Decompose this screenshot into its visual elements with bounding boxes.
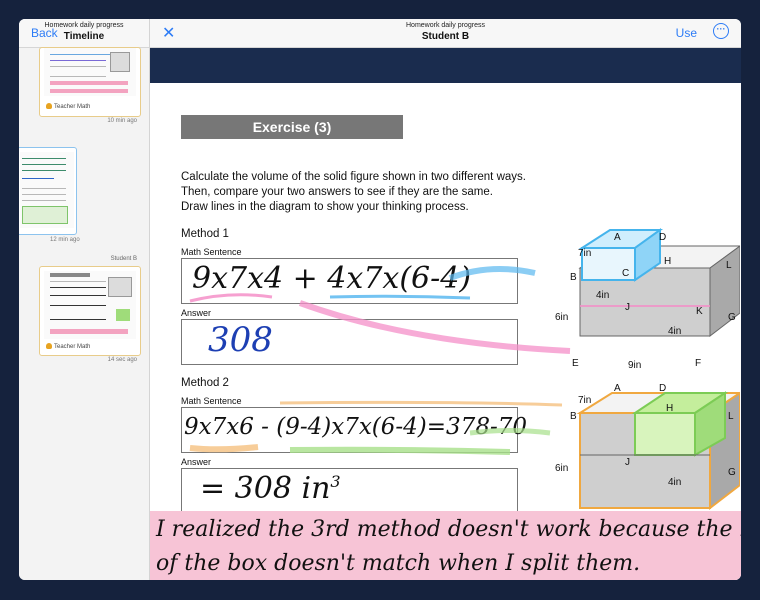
dim-7in: 7in	[578, 248, 591, 259]
dim-7in: 7in	[578, 395, 591, 406]
dim-4in: 4in	[596, 290, 609, 301]
timeline-item[interactable]: Teacher Math	[39, 47, 141, 117]
vertex-L: L	[726, 260, 732, 271]
sidebar-header: Back Homework daily progress Timeline	[19, 19, 149, 48]
vertex-L: L	[728, 411, 734, 422]
vertex-K: K	[696, 306, 703, 317]
note-line-2: of the box doesn't match when I split th…	[156, 551, 641, 576]
more-options-icon[interactable]: ···	[713, 23, 729, 39]
main-header: ✕ Homework daily progress Student B Use …	[150, 19, 741, 48]
vertex-H: H	[666, 403, 673, 414]
document-top-bar	[150, 48, 741, 83]
timeline-time: 14 sec ago	[107, 357, 137, 363]
vertex-H: H	[664, 256, 671, 267]
ipad-screen: Back Homework daily progress Timeline Te…	[19, 19, 741, 580]
timeline-time: 10 min ago	[107, 118, 137, 124]
timeline-item[interactable]: Teacher Math	[39, 266, 141, 356]
header-subtitle: Homework daily progress	[406, 22, 485, 29]
timeline-sidebar: Back Homework daily progress Timeline Te…	[19, 19, 150, 580]
note-line-1: I realized the 3rd method doesn't work b…	[156, 517, 741, 542]
thumbnail-preview	[20, 152, 74, 228]
vertex-F: F	[695, 358, 701, 368]
timeline-time: 12 min ago	[50, 237, 80, 243]
dim-4in: 4in	[668, 477, 681, 488]
thumbnail-preview	[44, 48, 136, 96]
dim-6in: 6in	[555, 463, 568, 474]
vertex-G: G	[728, 312, 736, 323]
vertex-D: D	[659, 232, 666, 243]
thumbnail-preview	[44, 271, 136, 339]
dim-6in: 6in	[555, 312, 568, 323]
solid-figure-diagram-2: A D H B L J G 7in 6in 4in	[555, 383, 740, 511]
sidebar-subtitle: Homework daily progress	[44, 22, 124, 29]
person-icon	[46, 103, 52, 109]
vertex-E: E	[572, 358, 579, 368]
header-title: Student B	[421, 31, 470, 42]
vertex-A: A	[614, 383, 621, 394]
timeline-item[interactable]	[19, 147, 77, 235]
thumbnail-author: Teacher Math	[46, 103, 90, 110]
vertex-C: C	[622, 268, 629, 279]
vertex-J: J	[625, 302, 630, 313]
solid-figure-diagram-1: A D H B C L J K G E F 7in 4in 6in 4in 9i…	[555, 228, 740, 368]
vertex-B: B	[570, 411, 577, 422]
vertex-A: A	[614, 232, 621, 243]
vertex-D: D	[659, 383, 666, 394]
thumbnail-author: Teacher Math	[46, 343, 90, 350]
use-button[interactable]: Use	[676, 26, 697, 40]
vertex-B: B	[570, 272, 577, 283]
handwritten-note[interactable]: I realized the 3rd method doesn't work b…	[150, 511, 741, 580]
dim-9in: 9in	[628, 360, 641, 368]
dim-4in: 4in	[668, 326, 681, 337]
person-icon	[46, 343, 52, 349]
timeline-student: Student B	[110, 256, 137, 262]
vertex-G: G	[728, 467, 736, 478]
worksheet-canvas[interactable]: Exercise (3) Calculate the volume of the…	[150, 83, 741, 580]
sidebar-title: Timeline	[63, 31, 105, 42]
vertex-J: J	[625, 457, 630, 468]
